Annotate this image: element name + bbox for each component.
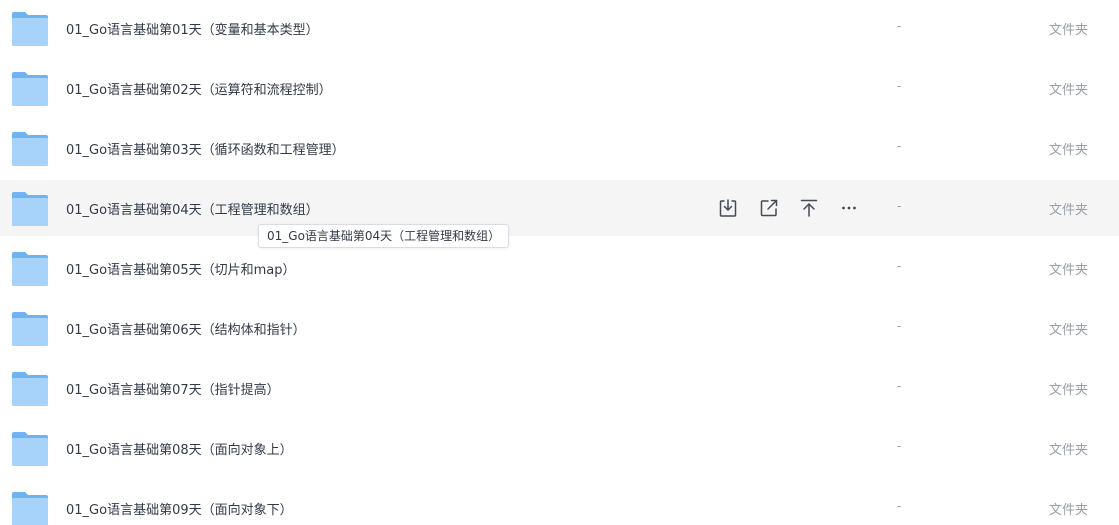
file-size: - [897,379,902,393]
file-size: - [897,79,902,93]
file-name[interactable]: 01_Go语言基础第09天（面向对象下） [66,499,293,518]
list-item[interactable]: 01_Go语言基础第01天（变量和基本类型） - 文件夹 [0,0,1119,56]
file-size: - [897,439,902,453]
list-item[interactable]: 01_Go语言基础第06天（结构体和指针） - 文件夹 [0,300,1119,356]
folder-icon [12,492,48,525]
file-name[interactable]: 01_Go语言基础第02天（运算符和流程控制） [66,79,332,98]
list-item[interactable]: 01_Go语言基础第08天（面向对象上） - 文件夹 [0,420,1119,476]
list-item[interactable]: 01_Go语言基础第03天（循环函数和工程管理） - 文件夹 [0,120,1119,176]
folder-icon [12,72,48,106]
folder-icon [12,432,48,466]
file-size: - [897,19,902,33]
download-icon[interactable] [716,196,740,220]
file-type: 文件夹 [1049,503,1089,518]
share-icon[interactable] [757,196,781,220]
file-name[interactable]: 01_Go语言基础第04天（工程管理和数组） [66,199,319,218]
file-size: - [897,259,902,273]
file-name[interactable]: 01_Go语言基础第06天（结构体和指针） [66,319,306,338]
file-type: 文件夹 [1049,143,1089,158]
file-type: 文件夹 [1049,323,1089,338]
folder-icon [12,252,48,286]
file-name[interactable]: 01_Go语言基础第08天（面向对象上） [66,439,293,458]
folder-icon [12,372,48,406]
list-item[interactable]: 01_Go语言基础第02天（运算符和流程控制） - 文件夹 [0,60,1119,116]
file-type: 文件夹 [1049,83,1089,98]
folder-icon [12,132,48,166]
file-type: 文件夹 [1049,443,1089,458]
file-type: 文件夹 [1049,23,1089,38]
file-name[interactable]: 01_Go语言基础第07天（指针提高） [66,379,280,398]
file-type: 文件夹 [1049,263,1089,278]
file-type: 文件夹 [1049,203,1089,218]
file-size: - [897,199,902,213]
move-to-top-icon[interactable] [797,196,821,220]
file-size: - [897,139,902,153]
list-item[interactable]: 01_Go语言基础第05天（切片和map） - 文件夹 [0,240,1119,296]
more-icon[interactable] [837,196,861,220]
folder-icon [12,312,48,346]
file-size: - [897,499,902,513]
list-item-hovered[interactable]: 01_Go语言基础第04天（工程管理和数组） - 文件夹 [0,180,1119,236]
file-type: 文件夹 [1049,383,1089,398]
list-item[interactable]: 01_Go语言基础第07天（指针提高） - 文件夹 [0,360,1119,416]
file-name[interactable]: 01_Go语言基础第03天（循环函数和工程管理） [66,139,345,158]
file-name[interactable]: 01_Go语言基础第01天（变量和基本类型） [66,19,319,38]
file-size: - [897,319,902,333]
folder-icon [12,192,48,226]
list-item[interactable]: 01_Go语言基础第09天（面向对象下） - 文件夹 [0,480,1119,525]
file-list: 01_Go语言基础第01天（变量和基本类型） - 文件夹 01_Go语言基础第0… [0,0,1119,525]
folder-icon [12,12,48,46]
filename-tooltip: 01_Go语言基础第04天（工程管理和数组） [258,224,510,248]
file-name[interactable]: 01_Go语言基础第05天（切片和map） [66,259,296,278]
